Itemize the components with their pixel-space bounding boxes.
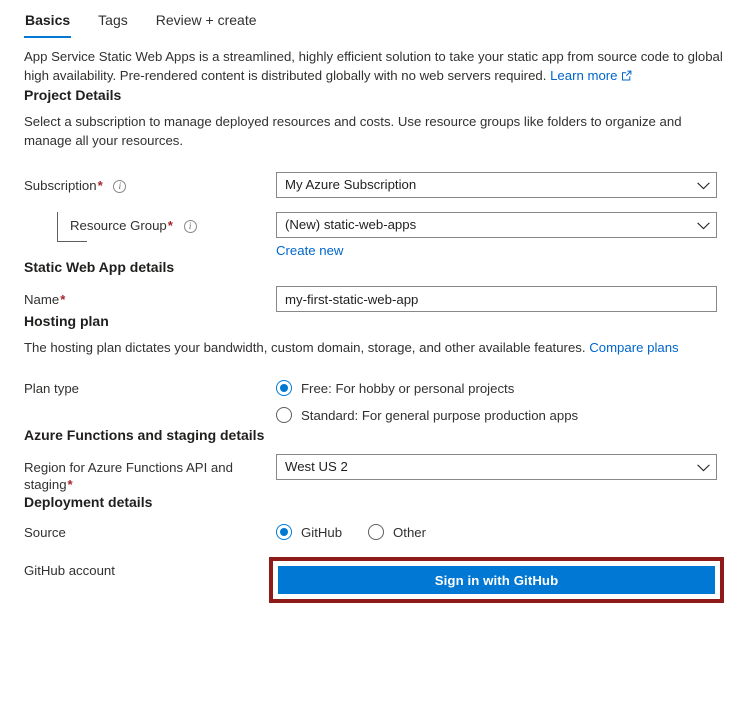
subscription-label: Subscription* i <box>24 172 276 194</box>
tab-review-create-label: Review + create <box>155 12 257 28</box>
highlight-annotation-box: Sign in with GitHub <box>269 557 724 603</box>
region-label: Region for Azure Functions API and stagi… <box>24 454 276 493</box>
source-option-github[interactable]: GitHub <box>276 521 342 543</box>
plan-type-label: Plan type <box>24 381 79 396</box>
intro-text: App Service Static Web Apps is a streaml… <box>24 47 724 86</box>
source-option-other[interactable]: Other <box>368 521 426 543</box>
region-field: West US 2 <box>276 454 717 480</box>
deployment-details-heading: Deployment details <box>24 494 153 510</box>
static-web-app-details-heading: Static Web App details <box>24 259 175 275</box>
resource-group-row: Resource Group* i (New) static-web-apps … <box>24 212 730 258</box>
project-details-description: Select a subscription to manage deployed… <box>24 114 682 148</box>
chevron-down-icon <box>697 218 710 233</box>
plan-type-option-standard-label: Standard: For general purpose production… <box>301 407 579 423</box>
hosting-plan-description-text: The hosting plan dictates your bandwidth… <box>24 340 586 355</box>
info-icon[interactable]: i <box>183 220 197 233</box>
chevron-down-icon <box>697 460 710 475</box>
chevron-down-icon <box>697 178 710 193</box>
plan-type-option-free-label: Free: For hobby or personal projects <box>301 380 515 396</box>
name-required-asterisk: * <box>60 292 66 307</box>
sign-in-with-github-button[interactable]: Sign in with GitHub <box>278 566 715 594</box>
subscription-row: Subscription* i My Azure Subscription <box>24 172 730 198</box>
name-field <box>276 286 717 312</box>
name-row: Name* <box>24 286 730 312</box>
project-details-heading: Project Details <box>24 87 122 103</box>
source-option-github-label: GitHub <box>301 524 343 540</box>
radio-button-free[interactable] <box>276 380 292 396</box>
create-new-resource-group-link[interactable]: Create new <box>276 243 343 258</box>
resource-group-label-text: Resource Group <box>70 218 167 233</box>
resource-group-label: Resource Group* i <box>24 212 276 234</box>
resource-group-required-asterisk: * <box>167 218 173 233</box>
subscription-label-text: Subscription <box>24 178 97 193</box>
compare-plans-link[interactable]: Compare plans <box>589 340 678 355</box>
github-account-field: Sign in with GitHub <box>269 557 724 603</box>
info-icon[interactable]: i <box>113 180 127 193</box>
source-option-other-label: Other <box>393 524 427 540</box>
radio-button-github[interactable] <box>276 524 292 540</box>
radio-button-standard[interactable] <box>276 407 292 423</box>
region-dropdown[interactable]: West US 2 <box>276 454 717 480</box>
learn-more-link[interactable]: Learn more <box>550 68 631 83</box>
plan-type-option-standard[interactable]: Standard: For general purpose production… <box>276 404 717 426</box>
plan-type-radio-group: Free: For hobby or personal projects Sta… <box>276 375 717 426</box>
source-label: Source <box>24 525 66 540</box>
azure-functions-heading: Azure Functions and staging details <box>24 427 265 443</box>
external-link-icon <box>621 67 632 86</box>
region-required-asterisk: * <box>67 477 73 492</box>
tab-bar: Basics Tags Review + create <box>0 0 754 38</box>
tab-basics-label: Basics <box>25 12 71 28</box>
region-row: Region for Azure Functions API and stagi… <box>24 454 730 493</box>
name-input[interactable] <box>276 286 717 312</box>
name-label-text: Name <box>24 292 60 307</box>
plan-type-option-free[interactable]: Free: For hobby or personal projects <box>276 377 717 399</box>
tab-tags[interactable]: Tags <box>97 11 129 38</box>
resource-group-field: (New) static-web-apps Create new <box>276 212 717 258</box>
source-row: Source GitHub Other <box>24 519 730 543</box>
learn-more-label: Learn more <box>550 68 618 83</box>
github-account-row: GitHub account Sign in with GitHub <box>24 557 730 603</box>
name-label: Name* <box>24 286 276 308</box>
hosting-plan-heading: Hosting plan <box>24 313 109 329</box>
hosting-plan-description: The hosting plan dictates your bandwidth… <box>24 338 724 357</box>
resource-group-value: (New) static-web-apps <box>285 217 417 232</box>
subscription-value: My Azure Subscription <box>285 177 417 192</box>
subscription-dropdown[interactable]: My Azure Subscription <box>276 172 717 198</box>
subscription-field: My Azure Subscription <box>276 172 717 198</box>
tab-tags-label: Tags <box>98 12 128 28</box>
subscription-required-asterisk: * <box>97 178 103 193</box>
plan-type-row: Plan type Free: For hobby or personal pr… <box>24 375 730 426</box>
tab-basics[interactable]: Basics <box>24 11 72 38</box>
source-radio-group: GitHub Other <box>276 519 717 543</box>
tab-review-create[interactable]: Review + create <box>155 11 258 38</box>
radio-button-other[interactable] <box>368 524 385 540</box>
github-account-label: GitHub account <box>24 563 115 578</box>
region-value: West US 2 <box>285 459 348 474</box>
basics-form: App Service Static Web Apps is a streaml… <box>0 47 754 603</box>
resource-group-dropdown[interactable]: (New) static-web-apps <box>276 212 717 238</box>
region-label-text: Region for Azure Functions API and stagi… <box>24 460 233 492</box>
